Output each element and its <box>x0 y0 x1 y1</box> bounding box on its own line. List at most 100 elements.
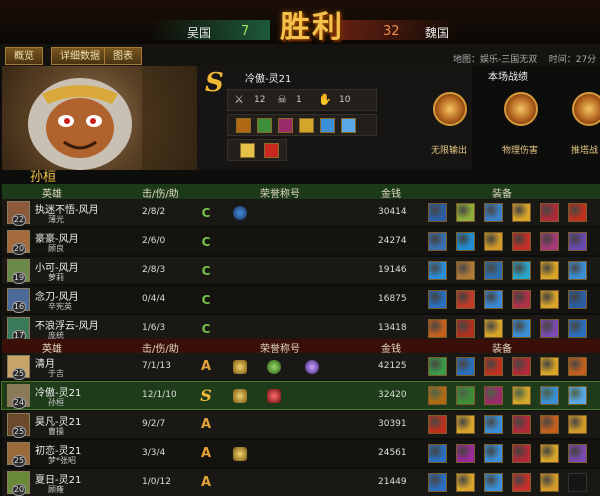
kills-stat: 12 <box>254 95 266 105</box>
item-icon[interactable] <box>568 203 587 222</box>
item-icon[interactable] <box>456 357 475 376</box>
item-icon[interactable] <box>456 444 475 463</box>
table-row[interactable]: 17 不浪浮云-风月 庞统 1/6/3 C 13418 <box>2 315 600 342</box>
item-icon[interactable] <box>484 473 503 492</box>
honor-icon[interactable] <box>233 360 247 374</box>
honor-icon[interactable] <box>233 389 247 403</box>
item-icon[interactable] <box>428 203 447 222</box>
item-icon[interactable] <box>568 232 587 251</box>
kda-value: 7/1/13 <box>142 361 171 371</box>
item-icon[interactable] <box>512 261 531 280</box>
item-icon[interactable] <box>456 386 475 405</box>
item-icon[interactable] <box>568 290 587 309</box>
medal-icon[interactable] <box>572 92 600 126</box>
item-icon[interactable] <box>484 203 503 222</box>
honor-icon <box>240 143 255 158</box>
honor-icon[interactable] <box>233 206 247 220</box>
item-icon[interactable] <box>484 261 503 280</box>
table-row[interactable]: 25 清月 于吉 7/1/13 A 42125 <box>2 353 600 380</box>
table-row[interactable]: 22 执迷不悟-风月 薄光 2/8/2 C 30414 <box>2 199 600 226</box>
table-row[interactable]: 24 冷傲-灵21 孙桓 12/1/10 S 32420 <box>1 381 600 410</box>
item-icon[interactable] <box>484 444 503 463</box>
item-icon[interactable] <box>428 290 447 309</box>
table-row[interactable]: 20 豪豪-风月 顾良 2/6/0 C 24274 <box>2 228 600 255</box>
item-icon[interactable] <box>540 261 559 280</box>
tab-overview[interactable]: 概览 <box>5 47 43 65</box>
honor-icon[interactable] <box>305 360 319 374</box>
item-icon[interactable] <box>456 415 475 434</box>
table-row[interactable]: 25 昊凡-灵21 曹操 9/2/7 A 30391 <box>2 411 600 438</box>
table-row[interactable]: 16 念刀-风月 辛宪英 0/4/4 C 16875 <box>2 286 600 313</box>
gold-value: 32420 <box>378 390 407 400</box>
col-gear: 装备 <box>492 189 512 200</box>
item-icon[interactable] <box>540 232 559 251</box>
table-row[interactable]: 25 初恋-灵21 梦*张昭 3/3/4 A 24561 <box>2 440 600 467</box>
item-icon[interactable] <box>512 444 531 463</box>
grade-badge: A <box>200 446 212 461</box>
item-icon[interactable] <box>456 319 475 338</box>
tab-charts[interactable]: 图表 <box>104 47 142 65</box>
item-icon[interactable] <box>512 386 531 405</box>
item-icon[interactable] <box>540 357 559 376</box>
item-icon[interactable] <box>568 386 587 405</box>
item-icon[interactable] <box>236 118 251 133</box>
item-icon[interactable] <box>568 444 587 463</box>
table-row[interactable]: 19 小可-风月 萝莉 2/8/3 C 19146 <box>2 257 600 284</box>
item-icon[interactable] <box>568 357 587 376</box>
item-icon[interactable] <box>428 415 447 434</box>
item-icon[interactable] <box>428 357 447 376</box>
tab-details[interactable]: 详细数据 <box>51 47 109 65</box>
item-icon[interactable] <box>341 118 356 133</box>
table-row[interactable]: 20 夏日-灵21 顾雍 1/0/12 A 21449 <box>2 469 600 496</box>
item-icon[interactable] <box>512 357 531 376</box>
item-icon[interactable] <box>456 261 475 280</box>
item-icon[interactable] <box>456 473 475 492</box>
item-icon[interactable] <box>512 232 531 251</box>
item-icon[interactable] <box>484 386 503 405</box>
item-icon[interactable] <box>540 444 559 463</box>
item-icon[interactable] <box>512 473 531 492</box>
item-icon[interactable] <box>512 203 531 222</box>
item-icon[interactable] <box>278 118 293 133</box>
time-value: 27分 <box>575 55 597 65</box>
honor-icon[interactable] <box>267 389 281 403</box>
item-icon[interactable] <box>540 319 559 338</box>
item-icon[interactable] <box>568 319 587 338</box>
item-icon[interactable] <box>428 444 447 463</box>
item-icon[interactable] <box>540 415 559 434</box>
item-icon[interactable] <box>428 232 447 251</box>
item-icon[interactable] <box>540 290 559 309</box>
item-icon[interactable] <box>540 203 559 222</box>
item-icon[interactable] <box>456 290 475 309</box>
hero-name: 孙桓 <box>30 170 57 185</box>
item-icon[interactable] <box>257 118 272 133</box>
item-icon[interactable] <box>299 118 314 133</box>
item-icon[interactable] <box>456 203 475 222</box>
honor-icon[interactable] <box>267 360 281 374</box>
item-icon[interactable] <box>428 473 447 492</box>
item-icon[interactable] <box>320 118 335 133</box>
item-icon[interactable] <box>540 473 559 492</box>
item-icon[interactable] <box>484 290 503 309</box>
item-icon[interactable] <box>512 415 531 434</box>
item-icon[interactable] <box>512 319 531 338</box>
item-icon[interactable] <box>484 415 503 434</box>
sword-icon: ⚔ <box>234 93 244 106</box>
item-icon[interactable] <box>484 357 503 376</box>
item-icon[interactable] <box>428 261 447 280</box>
kda-value: 2/6/0 <box>142 236 166 246</box>
item-icon[interactable] <box>428 386 447 405</box>
item-icon[interactable] <box>568 261 587 280</box>
battle-record-title: 本场战绩 <box>488 72 528 83</box>
item-icon[interactable] <box>428 319 447 338</box>
item-icon[interactable] <box>512 290 531 309</box>
medal-icon[interactable] <box>433 92 467 126</box>
item-icon[interactable] <box>456 232 475 251</box>
medal-icon[interactable] <box>504 92 538 126</box>
item-icon[interactable] <box>568 415 587 434</box>
item-icon[interactable] <box>540 386 559 405</box>
hand-icon: ✋ <box>318 93 332 106</box>
honor-icon[interactable] <box>233 447 247 461</box>
item-icon[interactable] <box>484 232 503 251</box>
item-icon[interactable] <box>484 319 503 338</box>
